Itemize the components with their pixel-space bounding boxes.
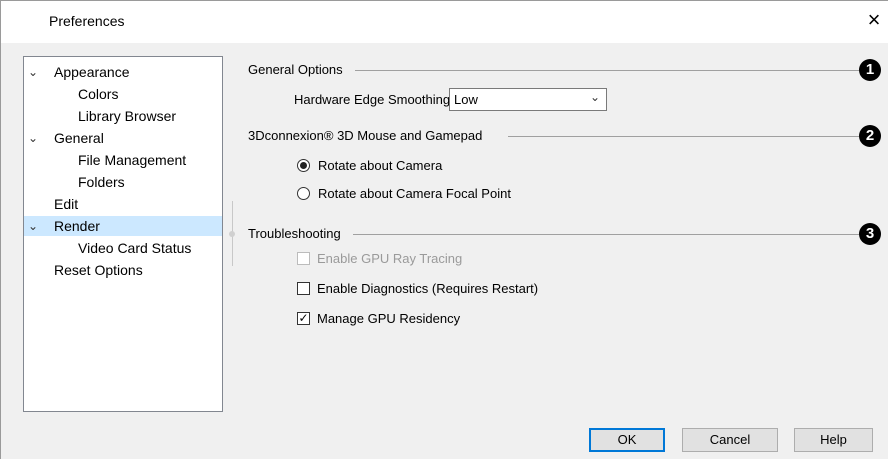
title-bar: Preferences × bbox=[1, 1, 888, 43]
tree-item-appearance[interactable]: ⌄ Appearance bbox=[24, 62, 222, 82]
general-options-heading: General Options bbox=[248, 62, 343, 77]
chevron-down-icon[interactable]: ⌄ bbox=[28, 128, 38, 148]
preferences-dialog: Preferences × ⌄ Appearance Colors Librar… bbox=[0, 0, 888, 459]
splitter-grip[interactable] bbox=[229, 231, 235, 237]
tree-item-label: General bbox=[54, 130, 104, 146]
gpu-residency-checkbox[interactable]: ✓ bbox=[297, 312, 310, 325]
tree-item-file-management[interactable]: File Management bbox=[78, 150, 186, 170]
preferences-tree[interactable]: ⌄ Appearance Colors Library Browser ⌄ Ge… bbox=[23, 56, 223, 412]
checkmark-icon: ✓ bbox=[298, 311, 309, 325]
tree-item-edit[interactable]: Edit bbox=[54, 194, 78, 214]
tree-item-general[interactable]: ⌄ General bbox=[24, 128, 222, 148]
cancel-button[interactable]: Cancel bbox=[682, 428, 778, 452]
gpu-ray-tracing-checkbox[interactable] bbox=[297, 252, 310, 265]
chevron-down-icon[interactable]: ⌄ bbox=[28, 216, 38, 236]
chevron-down-icon: ⌄ bbox=[589, 90, 600, 104]
tree-item-reset-options[interactable]: Reset Options bbox=[54, 260, 143, 280]
edge-smoothing-value: Low bbox=[454, 92, 478, 107]
divider bbox=[355, 70, 859, 71]
tree-item-video-card-status[interactable]: Video Card Status bbox=[78, 238, 191, 258]
edge-smoothing-label: Hardware Edge Smoothing: bbox=[294, 92, 454, 107]
tree-item-label: Appearance bbox=[54, 64, 130, 80]
tree-item-library-browser[interactable]: Library Browser bbox=[78, 106, 176, 126]
chevron-down-icon[interactable]: ⌄ bbox=[28, 62, 38, 82]
divider bbox=[508, 136, 859, 137]
gpu-ray-tracing-label[interactable]: Enable GPU Ray Tracing bbox=[317, 251, 462, 266]
tree-item-folders[interactable]: Folders bbox=[78, 172, 125, 192]
troubleshooting-heading: Troubleshooting bbox=[248, 226, 341, 241]
rotate-camera-label[interactable]: Rotate about Camera bbox=[318, 158, 442, 173]
rotate-focal-label[interactable]: Rotate about Camera Focal Point bbox=[318, 186, 511, 201]
tree-item-colors[interactable]: Colors bbox=[78, 84, 118, 104]
callout-badge: 2 bbox=[859, 125, 881, 147]
mouse-heading: 3Dconnexion® 3D Mouse and Gamepad bbox=[248, 128, 483, 143]
ok-button[interactable]: OK bbox=[589, 428, 665, 452]
tree-item-label: Render bbox=[54, 218, 100, 234]
callout-badge: 1 bbox=[859, 59, 881, 81]
edge-smoothing-select[interactable]: Low ⌄ bbox=[449, 88, 607, 111]
diagnostics-label[interactable]: Enable Diagnostics (Requires Restart) bbox=[317, 281, 538, 296]
callout-badge: 3 bbox=[859, 223, 881, 245]
divider bbox=[353, 234, 859, 235]
rotate-focal-radio[interactable] bbox=[297, 187, 310, 200]
window-title: Preferences bbox=[49, 13, 125, 29]
help-button[interactable]: Help bbox=[794, 428, 873, 452]
diagnostics-checkbox[interactable] bbox=[297, 282, 310, 295]
rotate-camera-radio[interactable] bbox=[297, 159, 310, 172]
close-icon[interactable]: × bbox=[860, 9, 888, 33]
gpu-residency-label[interactable]: Manage GPU Residency bbox=[317, 311, 460, 326]
tree-item-render[interactable]: ⌄ Render bbox=[24, 216, 222, 236]
